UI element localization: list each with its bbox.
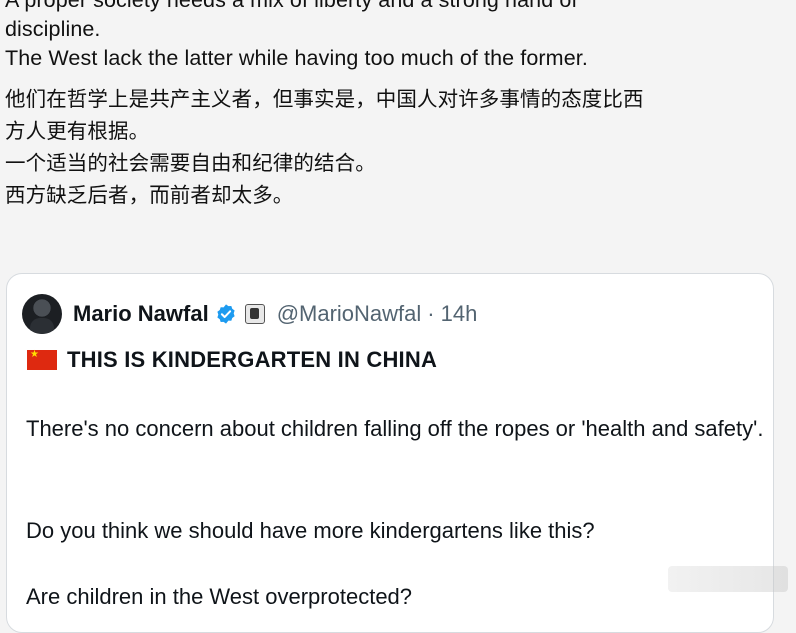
headline-text: THIS IS KINDERGARTEN IN CHINA xyxy=(67,347,438,372)
post-text-en-line-2: discipline. xyxy=(5,17,101,41)
post-text-cn-line-3: 一个适当的社会需要自由和纪律的结合。 xyxy=(5,151,376,175)
post-body: A proper society needs a mix of liberty … xyxy=(5,0,791,211)
post-text-cn-line-4: 西方缺乏后者，而前者却太多。 xyxy=(5,183,294,207)
post-text-cn-line-2: 方人更有根据。 xyxy=(5,119,150,143)
post-text-cn-line-1: 他们在哲学上是共产主义者，但事实是，中国人对许多事情的态度比西 xyxy=(5,87,644,111)
quoted-tweet-card[interactable]: Mario Nawfal @MarioNawfal · 14h THIS IS … xyxy=(6,273,774,633)
author-name[interactable]: Mario Nawfal xyxy=(73,301,209,327)
china-flag-icon xyxy=(27,349,57,370)
timestamp[interactable]: 14h xyxy=(441,301,478,327)
post-text-en-line-1: A proper society needs a mix of liberty … xyxy=(5,0,578,12)
quoted-headline: THIS IS KINDERGARTEN IN CHINA xyxy=(27,347,437,373)
quoted-paragraph-1: There's no concern about children fallin… xyxy=(26,416,764,441)
author-handle[interactable]: @MarioNawfal xyxy=(277,301,422,327)
quoted-paragraph-3: Are children in the West overprotected? xyxy=(26,584,413,609)
verified-badge-icon xyxy=(215,303,237,325)
affiliate-badge-icon xyxy=(244,304,265,324)
post-text-en-line-3: The West lack the latter while having to… xyxy=(5,46,588,70)
separator-dot: · xyxy=(427,301,435,326)
avatar[interactable] xyxy=(22,294,62,334)
quoted-paragraph-2: Do you think we should have more kinderg… xyxy=(26,518,595,543)
watermark xyxy=(668,566,788,592)
quoted-tweet-header: Mario Nawfal @MarioNawfal · 14h xyxy=(22,294,477,334)
